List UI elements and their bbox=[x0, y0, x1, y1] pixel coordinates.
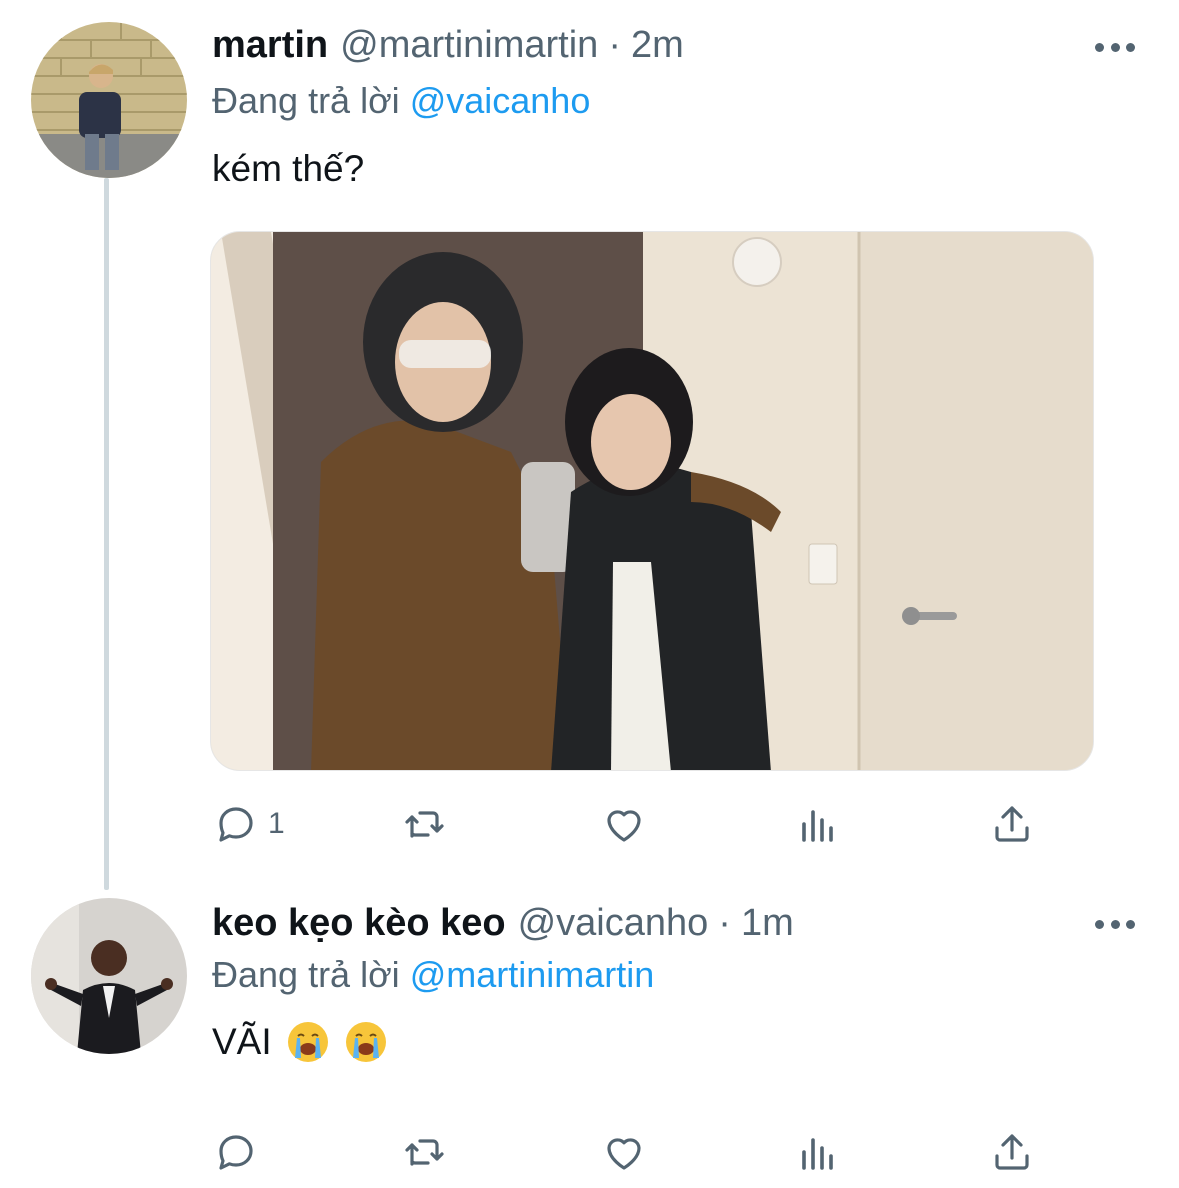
tweet-image[interactable] bbox=[210, 231, 1094, 771]
display-name[interactable]: martin bbox=[212, 24, 328, 67]
retweet-button[interactable] bbox=[400, 1122, 448, 1182]
heart-icon bbox=[607, 1138, 641, 1170]
separator: · bbox=[718, 902, 731, 944]
avatar-martin[interactable] bbox=[31, 22, 187, 178]
timestamp[interactable]: 1m bbox=[741, 902, 794, 945]
share-icon bbox=[995, 1134, 1029, 1170]
tweet-keo[interactable]: keo kẹo kèo keo @vaicanho · 1m Đang trả … bbox=[0, 880, 1179, 1188]
share-button[interactable] bbox=[988, 794, 1036, 854]
tweet-text: kém thế? bbox=[212, 148, 365, 189]
tweet-header: keo kẹo kèo keo @vaicanho · 1m bbox=[212, 902, 794, 952]
separator: · bbox=[608, 24, 621, 66]
loudly-crying-face-icon bbox=[287, 1022, 328, 1062]
user-handle[interactable]: @vaicanho bbox=[518, 902, 709, 945]
avatar-keo[interactable] bbox=[31, 898, 187, 1054]
tweet-actions bbox=[212, 1122, 1052, 1182]
display-name[interactable]: keo kẹo kèo keo bbox=[212, 902, 506, 945]
timestamp[interactable]: 2m bbox=[631, 24, 684, 67]
views-button[interactable] bbox=[794, 794, 842, 854]
reply-icon bbox=[219, 807, 253, 842]
more-icon[interactable] bbox=[1095, 917, 1135, 931]
share-button[interactable] bbox=[988, 1122, 1036, 1182]
retweet-icon bbox=[405, 811, 444, 838]
reply-button[interactable]: 1 bbox=[212, 794, 285, 854]
loudly-crying-face-icon bbox=[345, 1022, 386, 1062]
views-button[interactable] bbox=[794, 1122, 842, 1182]
tweet-martin[interactable]: martin @martinimartin · 2m Đang trả lời @… bbox=[0, 0, 1179, 880]
replying-to: Đang trả lời @martinimartin bbox=[212, 954, 654, 996]
replying-prefix: Đang trả lời bbox=[212, 954, 400, 995]
share-icon bbox=[995, 806, 1029, 842]
replying-to: Đang trả lời @vaicanho bbox=[212, 80, 590, 122]
heart-icon bbox=[607, 810, 641, 842]
views-icon bbox=[802, 810, 833, 842]
replying-prefix: Đang trả lời bbox=[212, 80, 400, 121]
views-icon bbox=[802, 1138, 833, 1170]
tweet-text-content: VÃI bbox=[212, 1021, 272, 1062]
more-icon[interactable] bbox=[1095, 40, 1135, 54]
like-button[interactable] bbox=[600, 794, 648, 854]
reply-button[interactable] bbox=[212, 1122, 268, 1182]
reply-count: 1 bbox=[268, 807, 285, 840]
mention-link[interactable]: @martinimartin bbox=[410, 954, 655, 995]
user-handle[interactable]: @martinimartin bbox=[340, 24, 598, 67]
retweet-button[interactable] bbox=[400, 794, 448, 854]
tweet-actions: 1 bbox=[212, 794, 1052, 854]
mention-link[interactable]: @vaicanho bbox=[410, 80, 591, 121]
reply-icon bbox=[219, 1135, 253, 1170]
retweet-icon bbox=[405, 1139, 444, 1166]
like-button[interactable] bbox=[600, 1122, 648, 1182]
tweet-header: martin @martinimartin · 2m bbox=[212, 24, 684, 74]
tweet-text: VÃI bbox=[212, 1020, 388, 1064]
